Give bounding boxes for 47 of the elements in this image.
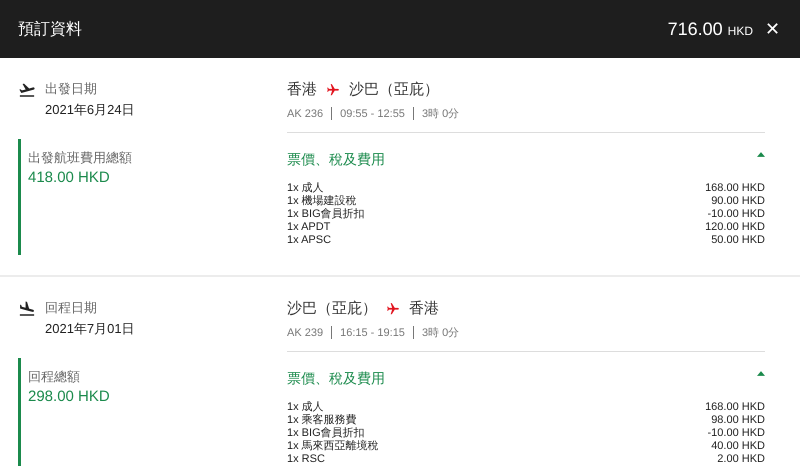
fee-label: 1x 機場建設稅 [287,195,357,208]
summary-label: 出發航班費用總額 [28,149,133,167]
fee-amount: 90.00 HKD [711,195,765,208]
fee-amount: 120.00 HKD [705,221,765,234]
total-price: 716.00 HKD [668,18,753,40]
fee-amount: 50.00 HKD [711,234,765,247]
flight-date: 2021年7月01日 [45,320,135,338]
fee-amount: 98.00 HKD [711,414,765,427]
fee-label: 1x BIG會員折扣 [287,208,365,221]
header-title: 預訂資料 [18,20,83,40]
caret-icon[interactable] [757,152,765,157]
fee-label: 1x RSC [287,453,325,466]
fee-label: 1x 馬來西亞離境稅 [287,440,379,453]
flight-time: 16:15 - 19:15 [340,326,405,338]
fee-label: 1x 乘客服務費 [287,414,357,427]
fees-title: 票價、稅及費用 [287,370,385,388]
flight-duration: 3時 0分 [422,326,460,340]
summary-amount: 418.00 HKD [28,169,111,186]
summary-label: 回程總額 [28,368,81,386]
fee-amount: 168.00 HKD [705,182,765,195]
fees-title: 票價、稅及費用 [287,151,385,169]
plane-icon [326,82,340,96]
fee-amount: -10.00 HKD [708,208,765,221]
origin-city: 沙巴（亞庇） [287,299,377,318]
origin-city: 香港 [287,80,317,99]
plane-icon [386,302,400,316]
flight-number: AK 236 [287,108,324,120]
summary-amount: 298.00 HKD [28,388,111,405]
date-label: 回程日期 [45,299,98,317]
fee-amount: 2.00 HKD [717,453,765,466]
fee-amount: 168.00 HKD [705,401,765,414]
destination-city: 香港 [409,299,439,318]
fee-label: 1x BIG會員折扣 [287,427,365,440]
flight-time: 09:55 - 12:55 [340,108,405,120]
flight-duration: 3時 0分 [422,107,460,121]
flight-number: AK 239 [287,326,324,338]
flight-date: 2021年6月24日 [45,101,135,119]
close-button[interactable]: ✕ [765,20,780,38]
caret-icon[interactable] [757,371,765,376]
date-label: 出發日期 [45,80,98,98]
fee-label: 1x APDT [287,221,330,234]
fee-amount: 40.00 HKD [711,440,765,453]
destination-city: 沙巴（亞庇） [349,80,439,99]
fee-label: 1x APSC [287,234,332,247]
fee-label: 1x 成人 [287,401,324,414]
fee-label: 1x 成人 [287,182,324,195]
fee-amount: -10.00 HKD [708,427,765,440]
